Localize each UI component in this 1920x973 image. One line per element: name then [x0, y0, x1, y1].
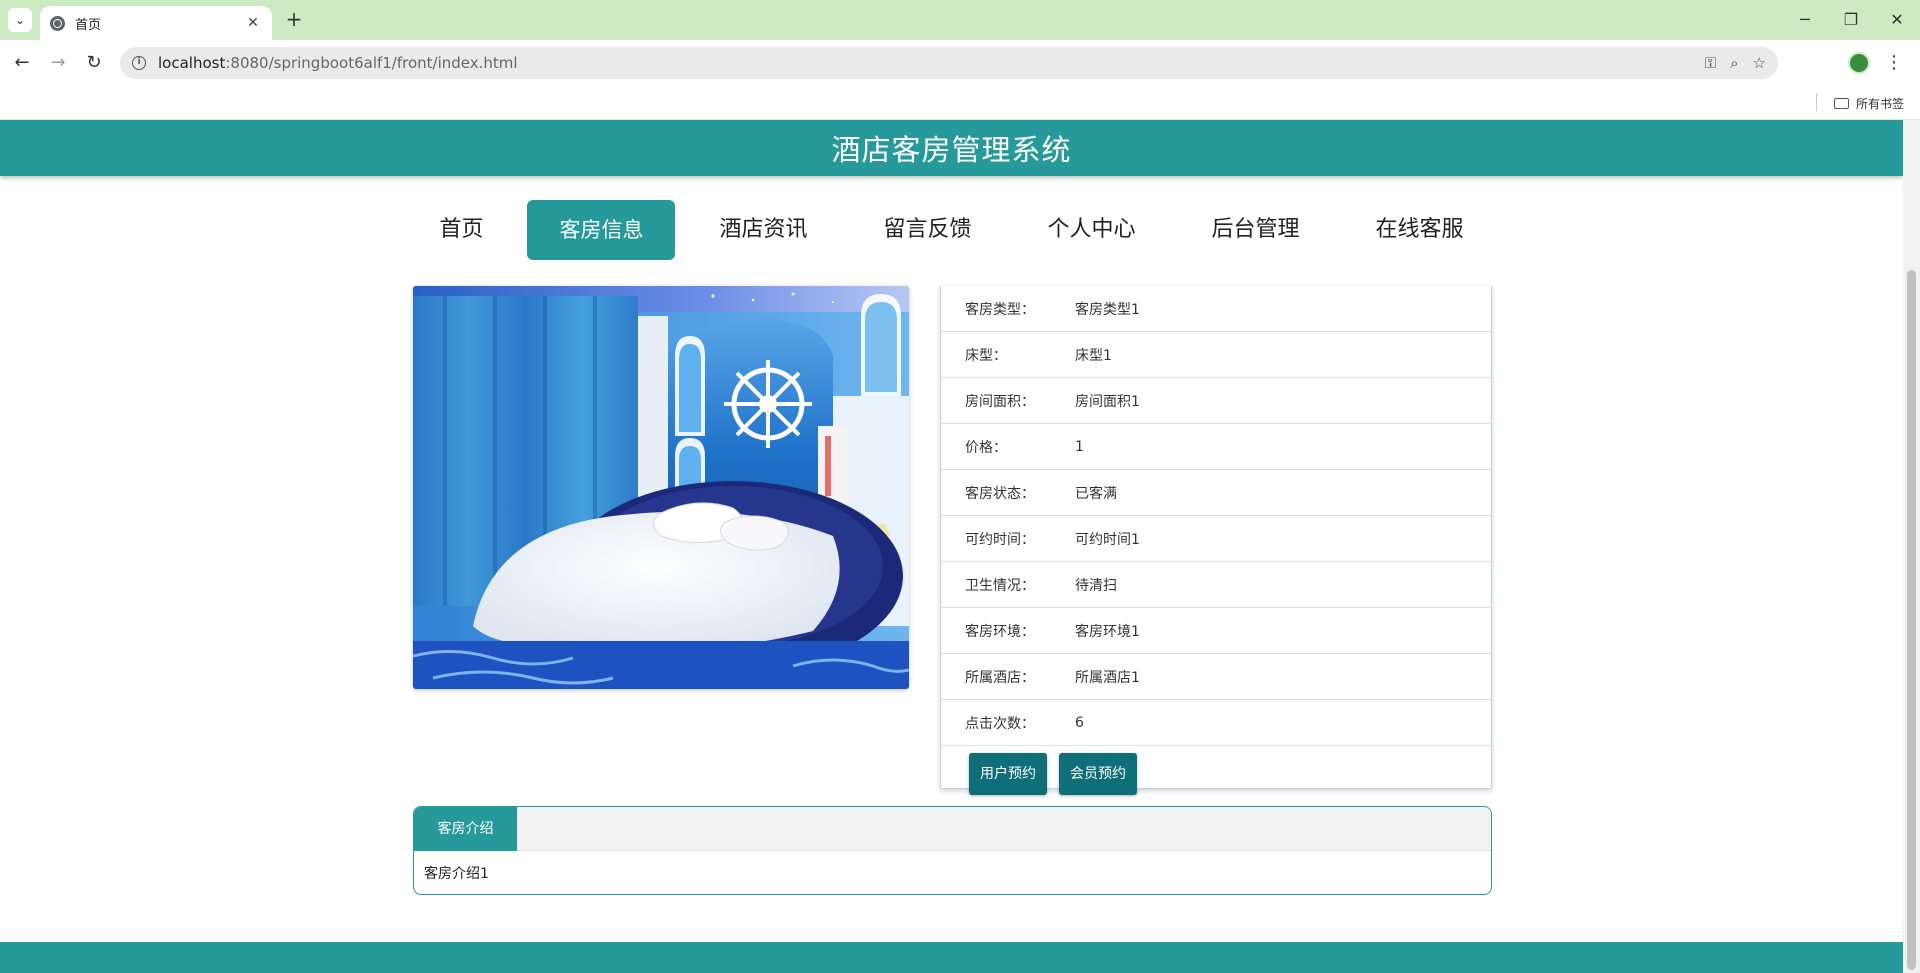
detail-value: 6 [1075, 714, 1084, 731]
site-header: 酒店客房管理系统 [0, 120, 1903, 176]
detail-value: 已客满 [1075, 485, 1117, 502]
forward-arrow-icon[interactable]: → [44, 49, 72, 77]
main-nav: 首页 客房信息 酒店资讯 留言反馈 个人中心 后台管理 在线客服 [0, 200, 1903, 260]
nav-item-customer-service[interactable]: 在线客服 [1344, 200, 1496, 260]
bookmark-star-icon[interactable]: ☆ [1753, 54, 1766, 72]
detail-row-room-area: 房间面积： 房间面积1 [941, 378, 1491, 424]
tab-title: 首页 [75, 17, 102, 33]
scrollbar-thumb[interactable] [1907, 270, 1916, 970]
folder-icon [1834, 97, 1849, 109]
detail-label: 客房状态： [965, 485, 1035, 502]
detail-value: 客房环境1 [1075, 623, 1140, 640]
detail-row-room-type: 客房类型： 客房类型1 [941, 286, 1491, 332]
nav-item-admin[interactable]: 后台管理 [1180, 200, 1332, 260]
member-booking-button[interactable]: 会员预约 [1059, 753, 1137, 795]
window-close-button[interactable]: ✕ [1874, 6, 1920, 34]
detail-label: 可约时间： [965, 531, 1035, 548]
booking-actions: 用户预约 会员预约 [941, 746, 1491, 802]
detail-row-bed-type: 床型： 床型1 [941, 332, 1491, 378]
url-path: :8080/springboot6alf1/front/index.html [225, 54, 518, 72]
chevron-down-icon: ⌄ [14, 13, 26, 27]
detail-row-available-time: 可约时间： 可约时间1 [941, 516, 1491, 562]
detail-value: 所属酒店1 [1075, 669, 1140, 686]
room-intro-text: 客房介绍1 [424, 866, 489, 882]
site-footer [0, 942, 1903, 973]
password-key-icon[interactable]: ⚿ [1705, 54, 1716, 72]
intro-tab-strip: 客房介绍 [414, 807, 1491, 851]
detail-label: 客房环境： [965, 623, 1035, 640]
zoom-icon[interactable]: ⌕ [1730, 54, 1738, 72]
room-detail-panel: 客房类型： 客房类型1 床型： 床型1 房间面积： 房间面积1 价格： 1 客房… [940, 286, 1492, 795]
detail-row-click-count: 点击次数： 6 [941, 700, 1491, 746]
detail-value: 床型1 [1075, 347, 1112, 364]
all-bookmarks-button[interactable]: 所有书签 [1834, 93, 1904, 113]
detail-label: 床型： [965, 347, 1007, 364]
new-tab-button[interactable]: + [282, 8, 306, 32]
url-text: localhost:8080/springboot6alf1/front/ind… [158, 54, 518, 72]
profile-avatar-icon[interactable] [1848, 52, 1870, 74]
detail-row-price: 价格： 1 [941, 424, 1491, 470]
globe-icon [50, 15, 65, 31]
room-intro-panel: 客房介绍 客房介绍1 [413, 806, 1492, 895]
all-bookmarks-label: 所有书签 [1856, 96, 1905, 111]
detail-label: 所属酒店： [965, 669, 1035, 686]
room-photo [413, 286, 909, 689]
detail-value: 客房类型1 [1075, 301, 1140, 318]
detail-label: 点击次数： [965, 715, 1035, 732]
page-viewport: 酒店客房管理系统 首页 客房信息 酒店资讯 留言反馈 个人中心 后台管理 在线客… [0, 120, 1903, 973]
detail-value: 待清扫 [1075, 577, 1117, 594]
browser-menu-icon[interactable]: ⋮ [1884, 49, 1904, 77]
detail-row-environment: 客房环境： 客房环境1 [941, 608, 1491, 654]
site-info-icon[interactable]: i [132, 56, 146, 70]
tab-room-intro[interactable]: 客房介绍 [414, 807, 517, 851]
nav-item-home[interactable]: 首页 [407, 200, 515, 260]
window-minimize-button[interactable]: ─ [1782, 6, 1828, 34]
detail-row-hygiene: 卫生情况： 待清扫 [941, 562, 1491, 608]
address-bar[interactable]: i localhost:8080/springboot6alf1/front/i… [120, 47, 1778, 79]
user-booking-button[interactable]: 用户预约 [969, 753, 1047, 795]
nav-item-room-info[interactable]: 客房信息 [527, 200, 676, 260]
site-title: 酒店客房管理系统 [831, 133, 1072, 167]
detail-value: 房间面积1 [1075, 393, 1140, 410]
browser-tab-active[interactable]: 首页 ✕ [40, 6, 272, 40]
tab-search-button[interactable]: ⌄ [8, 8, 32, 32]
browser-tab-strip: ⌄ 首页 ✕ + ─ ❐ ✕ [0, 0, 1920, 40]
detail-label: 价格： [965, 439, 1007, 456]
detail-row-room-status: 客房状态： 已客满 [941, 470, 1491, 516]
window-restore-button[interactable]: ❐ [1828, 6, 1874, 34]
nav-item-profile[interactable]: 个人中心 [1016, 200, 1168, 260]
detail-value: 1 [1075, 438, 1084, 455]
detail-label: 客房类型： [965, 301, 1035, 318]
detail-label: 卫生情况： [965, 577, 1035, 594]
bookmarks-bar: 所有书签 [0, 85, 1920, 120]
browser-toolbar: ← → ↻ i localhost:8080/springboot6alf1/f… [0, 40, 1920, 85]
nav-item-hotel-news[interactable]: 酒店资讯 [687, 200, 839, 260]
detail-label: 房间面积： [965, 393, 1035, 410]
url-host: localhost [158, 54, 226, 72]
detail-row-hotel: 所属酒店： 所属酒店1 [941, 654, 1491, 700]
nav-item-feedback[interactable]: 留言反馈 [851, 200, 1003, 260]
reload-icon[interactable]: ↻ [80, 49, 108, 77]
page-scrollbar[interactable] [1903, 120, 1920, 973]
bookmarks-divider [1816, 93, 1817, 111]
detail-value: 可约时间1 [1075, 531, 1140, 548]
back-arrow-icon[interactable]: ← [8, 49, 36, 77]
tab-close-icon[interactable]: ✕ [244, 15, 262, 31]
